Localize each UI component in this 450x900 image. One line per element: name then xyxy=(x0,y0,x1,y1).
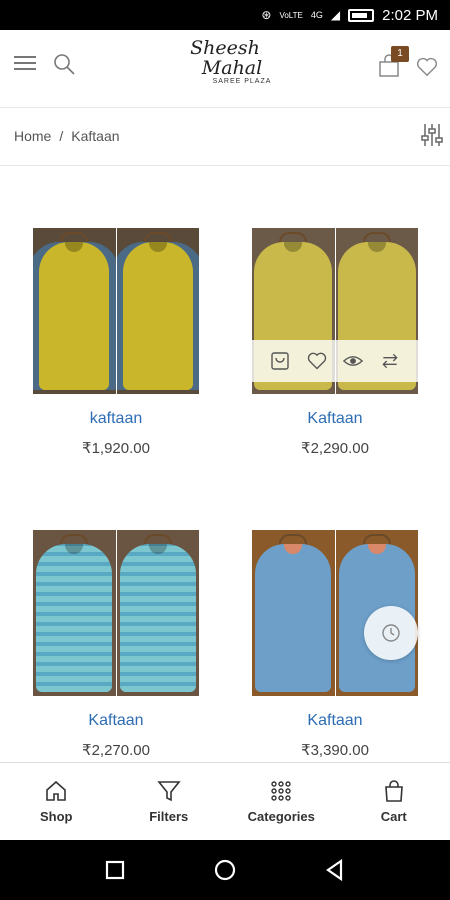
product-name[interactable]: Kaftaan xyxy=(33,712,199,730)
product-image[interactable] xyxy=(252,228,418,394)
cart-icon xyxy=(384,780,403,802)
product-name[interactable]: Kaftaan xyxy=(252,712,418,730)
signal-icon: 4G xyxy=(310,10,323,20)
product-photo-right xyxy=(116,530,199,696)
nav-categories-label: Categories xyxy=(247,809,315,824)
product-price: ₹2,270.00 xyxy=(82,742,150,759)
recent-apps-icon[interactable] xyxy=(102,857,128,883)
sort-filter-icon[interactable] xyxy=(420,122,444,148)
nav-shop[interactable]: Shop xyxy=(0,763,113,840)
product-card[interactable]: kaftaan ₹1,920.00 xyxy=(33,228,199,457)
product-price: ₹3,390.00 xyxy=(301,742,369,759)
breadcrumb-current: Kaftaan xyxy=(71,128,120,144)
home-button-icon[interactable] xyxy=(212,857,238,883)
breadcrumb-separator: / xyxy=(59,128,64,144)
system-navigation-bar xyxy=(0,840,450,900)
product-price: ₹1,920.00 xyxy=(82,440,150,457)
product-card[interactable]: Kaftaan ₹2,270.00 xyxy=(33,530,199,759)
product-image[interactable] xyxy=(33,530,199,696)
volte-icon: VoLTE xyxy=(279,10,303,20)
app-header: Sheesh Mahal SAREE PLAZA 1 xyxy=(0,30,450,108)
back-icon[interactable] xyxy=(322,857,348,883)
filter-icon xyxy=(157,781,181,802)
menu-icon[interactable] xyxy=(14,56,36,72)
product-name[interactable]: kaftaan xyxy=(33,410,199,428)
compare-icon[interactable] xyxy=(380,351,400,371)
breadcrumb: Home / Kaftaan xyxy=(14,128,120,144)
nav-filters-label: Filters xyxy=(149,809,189,824)
product-photo-left xyxy=(33,228,116,394)
hotspot-icon: ⊛ xyxy=(261,8,272,22)
nav-shop-label: Shop xyxy=(40,809,73,824)
battery-icon xyxy=(348,8,375,22)
search-icon[interactable] xyxy=(52,52,76,76)
quick-actions-bar xyxy=(252,340,418,382)
status-time: 2:02 PM xyxy=(382,6,438,24)
nav-categories[interactable]: Categories xyxy=(225,763,338,840)
recently-viewed-button[interactable] xyxy=(364,606,418,660)
store-logo[interactable]: Sheesh Mahal SAREE PLAZA xyxy=(170,38,280,94)
clock-icon xyxy=(382,624,400,642)
product-card[interactable]: Kaftaan ₹2,290.00 xyxy=(252,228,418,457)
quick-view-icon[interactable] xyxy=(343,351,364,371)
product-photo-right xyxy=(116,228,199,394)
product-image[interactable] xyxy=(33,228,199,394)
signal-bars-icon: ◢ xyxy=(330,8,341,22)
product-name[interactable]: Kaftaan xyxy=(252,410,418,428)
bottom-navigation: Shop Filters Categories Cart xyxy=(0,762,450,840)
nav-cart[interactable]: Cart xyxy=(338,763,450,840)
grid-icon xyxy=(271,781,291,801)
home-icon xyxy=(46,780,67,801)
product-photo-left xyxy=(33,530,116,696)
nav-cart-label: Cart xyxy=(380,809,407,824)
cart-count-badge: 1 xyxy=(391,46,409,62)
product-price: ₹2,290.00 xyxy=(301,440,369,457)
nav-filters[interactable]: Filters xyxy=(113,763,226,840)
status-bar: ⊛ VoLTE 4G ◢ 2:02 PM xyxy=(0,0,450,30)
add-to-cart-icon[interactable] xyxy=(270,351,290,371)
breadcrumb-home[interactable]: Home xyxy=(14,128,51,144)
wishlist-icon[interactable] xyxy=(416,56,438,78)
breadcrumb-bar: Home / Kaftaan xyxy=(0,108,450,166)
product-photo-left xyxy=(252,530,335,696)
add-to-wishlist-icon[interactable] xyxy=(307,351,327,371)
